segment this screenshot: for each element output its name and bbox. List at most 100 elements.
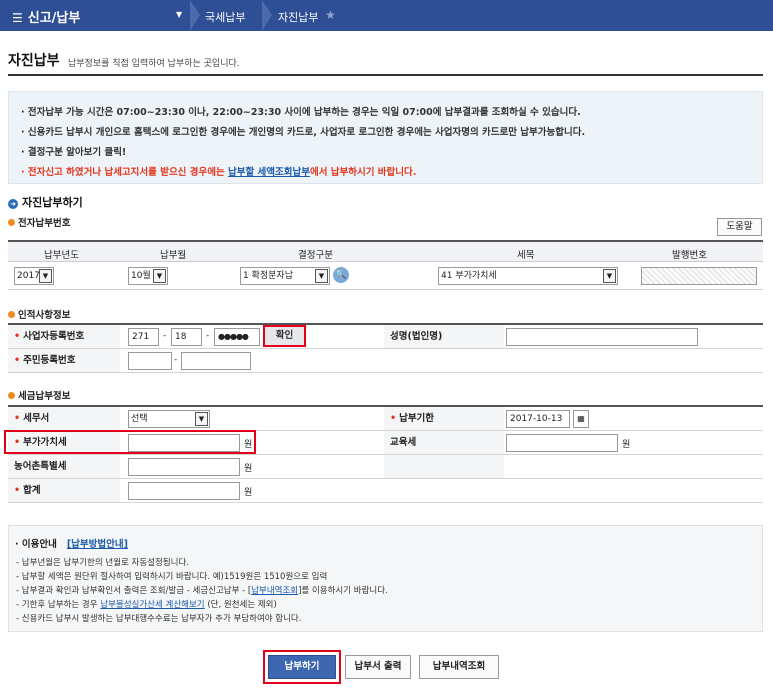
due-date-input[interactable]: 2017-10-13	[506, 410, 570, 428]
notice-line: · 전자납부 가능 시간은 07:00~23:30 이나, 22:00~23:3…	[21, 107, 581, 118]
print-payment-slip-button[interactable]: 납부서 출력	[345, 655, 411, 679]
favorite-star-icon[interactable]: ★	[325, 8, 336, 22]
label-text: 합계	[23, 485, 41, 496]
column-header: 납부월	[160, 250, 187, 261]
top-navigation-bar: ☰ 신고/납부 ▼ 국세납부 자진납부 ★	[0, 0, 773, 31]
total-row: • 합계 원	[8, 479, 763, 503]
identity-table: • 사업자등록번호 271 - 18 - ●●●●● 성명(법인명) • 주민등록번…	[8, 323, 763, 373]
biz-number-part2[interactable]: 18	[171, 328, 202, 346]
resident-number-label: • 주민등록번호	[8, 349, 120, 372]
subsection-text: 세금납부정보	[18, 391, 71, 402]
chevron-down-icon: ▼	[153, 269, 166, 283]
dropdown-arrow-icon[interactable]: ▼	[176, 10, 182, 19]
year-select[interactable]: 2017 ▼	[14, 267, 54, 285]
menu-button[interactable]: ☰ 신고/납부	[12, 7, 80, 26]
office-value: 선택	[131, 414, 148, 424]
payment-method-guide-link[interactable]: [납부방법안내]	[67, 539, 128, 550]
notice-box: · 전자납부 가능 시간은 07:00~23:30 이나, 22:00~23:3…	[8, 91, 763, 184]
search-icon[interactable]: 🔍	[333, 267, 349, 283]
breadcrumb-national-tax[interactable]: 국세납부	[205, 9, 245, 25]
unit-won: 원	[244, 464, 253, 474]
chevron-down-icon: ▼	[603, 269, 616, 283]
notice-line-decision-help[interactable]: · 결정구분 알아보기 클릭!	[21, 144, 126, 158]
label-text: 세무서	[23, 413, 50, 424]
column-header: 발행번호	[672, 250, 707, 261]
unit-won: 원	[622, 440, 631, 450]
bullet-icon	[8, 219, 15, 226]
decision-type-select[interactable]: 1 확정분자납 ▼	[240, 267, 330, 285]
name-input[interactable]	[506, 328, 698, 346]
biz-number-part1[interactable]: 271	[128, 328, 159, 346]
section-title: ➜ 자진납부하기	[8, 194, 83, 210]
column-header: 납부년도	[44, 250, 79, 261]
empty-label	[384, 455, 504, 478]
breadcrumb-separator	[262, 0, 276, 31]
breadcrumb-self-payment[interactable]: 자진납부	[278, 9, 318, 25]
menu-label: 신고/납부	[27, 11, 81, 26]
office-row: • 세무서 선택 ▼ • 납부기한 2017-10-13 ▦	[8, 407, 763, 431]
total-amount-input	[128, 482, 240, 500]
chevron-down-icon: ▼	[39, 269, 52, 283]
biz-number-row: • 사업자등록번호 271 - 18 - ●●●●● 성명(법인명)	[8, 325, 763, 349]
label-text: 납부기한	[399, 413, 435, 424]
guide-item: - 신용카드 납부시 발생하는 납부대행수수료는 납부자가 추가 부담하여야 합…	[16, 614, 302, 624]
tax-inquiry-link[interactable]: 납부할 세액조회납부	[228, 167, 310, 178]
unit-won: 원	[244, 488, 253, 498]
pay-highlight-box	[263, 650, 341, 684]
education-tax-input[interactable]	[506, 434, 618, 452]
notice-text: · 전자신고 하였거나 납세고지서를 받으신 경우에는	[21, 167, 228, 178]
tax-item-select[interactable]: 41 부가가치세 ▼	[438, 267, 618, 285]
bullet-icon	[8, 311, 15, 318]
office-label: • 세무서	[8, 407, 120, 430]
penalty-calculator-link[interactable]: 납부불성실가산세 계산해보기	[100, 600, 204, 610]
arrow-circle-icon: ➜	[8, 199, 18, 209]
resident-number-part2[interactable]	[181, 352, 251, 370]
guide-text: (단, 원천세는 제외)	[204, 600, 277, 610]
calendar-icon[interactable]: ▦	[573, 410, 589, 428]
guide-text: - 기한후 납부하는 경우	[16, 600, 101, 610]
usage-guide: · 이용안내 [납부방법안내] - 납부년월은 납부기한의 년월로 자동설정됩니…	[8, 525, 763, 632]
guide-item: - 납부년월은 납부기한의 년월로 자동설정됩니다.	[16, 558, 189, 568]
month-select[interactable]: 10월 ▼	[128, 267, 168, 285]
subsection-title-number: 전자납부번호	[8, 215, 70, 229]
breadcrumb-separator	[190, 0, 204, 31]
guide-item: - 납부결과 확인과 납부확인서 출력은 조회/발급 - 세금신고납부 - [납…	[16, 584, 388, 596]
resident-number-row: • 주민등록번호 -	[8, 349, 763, 373]
rural-tax-label: 농어촌특별세	[8, 455, 120, 478]
label-text: 사업자등록번호	[23, 331, 85, 342]
tax-item-value: 41 부가가치세	[441, 271, 497, 281]
guide-item: - 기한후 납부하는 경우 납부불성실가산세 계산해보기 (단, 원천세는 제외…	[16, 598, 277, 610]
notice-text: 에서 납부하시기 바랍니다.	[309, 167, 417, 178]
decision-type-value: 1 확정분자납	[243, 271, 293, 281]
rural-tax-input[interactable]	[128, 458, 240, 476]
total-label: • 합계	[8, 479, 120, 502]
name-label: 성명(법인명)	[384, 325, 504, 348]
page-title: 자진납부	[8, 53, 60, 69]
resident-number-part1[interactable]	[128, 352, 172, 370]
help-button[interactable]: 도움말	[717, 218, 762, 236]
subsection-title-tax: 세금납부정보	[8, 388, 70, 402]
guide-text: ]를 이용하시기 바랍니다.	[298, 586, 388, 596]
hyphen: -	[174, 355, 178, 365]
page-description: 납부정보를 직접 입력하여 납부하는 곳입니다.	[68, 59, 240, 69]
number-grid-header: 납부년도 납부월 결정구분 세목 발행번호	[8, 240, 763, 262]
office-select[interactable]: 선택 ▼	[128, 410, 210, 428]
month-value: 10월	[131, 271, 151, 281]
bullet-icon	[8, 392, 15, 399]
rural-tax-row: 농어촌특별세 원	[8, 455, 763, 479]
biz-number-part3[interactable]: ●●●●●	[214, 328, 260, 346]
subsection-text: 전자납부번호	[18, 218, 71, 229]
chevron-down-icon: ▼	[315, 269, 328, 283]
guide-text: - 납부결과 확인과 납부확인서 출력은 조회/발급 - 세금신고납부 - [	[16, 586, 252, 596]
notice-line: · 신용카드 납부시 개인으로 홈택스에 로그인한 경우에는 개인명의 카드로,…	[21, 127, 586, 138]
education-tax-label: 교육세	[384, 431, 504, 454]
payment-history-link[interactable]: 납부내역조회	[251, 586, 298, 596]
hyphen: -	[206, 331, 210, 341]
subsection-text: 인적사항정보	[18, 310, 71, 321]
payment-history-button[interactable]: 납부내역조회	[419, 655, 499, 679]
biz-number-label: • 사업자등록번호	[8, 325, 120, 348]
title-divider	[8, 74, 763, 76]
year-value: 2017	[17, 271, 40, 281]
confirm-button[interactable]: 확인	[263, 325, 306, 347]
serial-number-field	[641, 267, 757, 285]
